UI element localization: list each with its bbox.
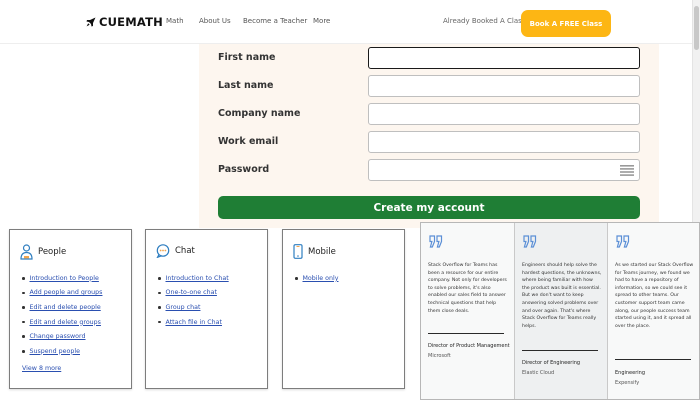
password-input[interactable] xyxy=(368,159,640,181)
chat-link[interactable]: Introduction to Chat xyxy=(166,275,229,282)
bullet xyxy=(22,277,25,280)
testimonials-section: Stack Overflow for Teams has been a reso… xyxy=(420,222,700,400)
people-link[interactable]: Edit and delete people xyxy=(30,304,101,311)
bullet xyxy=(22,335,25,338)
chat-link[interactable]: One-to-one chat xyxy=(166,289,217,296)
mobile-card-header: Mobile xyxy=(293,244,336,259)
people-link[interactable]: Introduction to People xyxy=(30,275,99,282)
testimonial-card: Engineers should help solve the hardest … xyxy=(514,223,608,399)
people-link[interactable]: Add people and groups xyxy=(30,289,103,296)
testimonial-role: Engineering xyxy=(615,370,645,376)
work-email-label: Work email xyxy=(218,136,279,147)
quote-icon xyxy=(429,235,443,248)
people-link[interactable]: Change password xyxy=(30,333,86,340)
bullet xyxy=(22,291,25,295)
mobile-phone-icon xyxy=(293,244,303,259)
testimonial-quote: Stack Overflow for Teams has been a reso… xyxy=(428,263,507,314)
chat-link[interactable]: Group chat xyxy=(166,304,201,311)
list-item: Group chat xyxy=(158,300,229,315)
last-name-label: Last name xyxy=(218,80,274,91)
list-item: Edit and delete groups xyxy=(22,315,102,330)
bullet xyxy=(158,277,161,280)
list-item: Change password xyxy=(22,329,102,344)
people-card: People Introduction to People Add people… xyxy=(9,229,132,389)
testimonial-role: Director of Engineering xyxy=(522,360,581,366)
chat-card: Chat Introduction to Chat One-to-one cha… xyxy=(145,229,268,389)
nav-link-about-us[interactable]: About Us xyxy=(199,17,231,25)
divider xyxy=(522,350,598,351)
chat-card-title: Chat xyxy=(175,246,195,256)
mobile-link-list: Mobile only xyxy=(295,271,338,286)
testimonial-quote: As we started our Stack Overflow for Tea… xyxy=(615,263,694,329)
people-link-list: Introduction to People Add people and gr… xyxy=(22,271,102,359)
bullet xyxy=(22,320,25,324)
list-item: Introduction to Chat xyxy=(158,271,229,286)
quote-icon xyxy=(523,235,537,248)
people-card-header: People xyxy=(20,244,66,260)
list-item: One-to-one chat xyxy=(158,286,229,301)
password-manager-icon[interactable] xyxy=(620,165,634,176)
logo-text: CUEMATH xyxy=(99,15,163,29)
signup-form: First name Last name Company name Work e… xyxy=(199,44,659,228)
testimonial-card: As we started our Stack Overflow for Tea… xyxy=(608,223,700,399)
last-name-input[interactable] xyxy=(368,75,640,97)
password-label: Password xyxy=(218,164,270,175)
testimonial-company: Elastic Cloud xyxy=(522,370,555,376)
company-name-label: Company name xyxy=(218,108,301,119)
list-item: Suspend people xyxy=(22,344,102,359)
testimonial-company: Microsoft xyxy=(428,353,451,359)
bullet xyxy=(158,320,161,324)
testimonial-role: Director of Product Management xyxy=(428,343,510,349)
book-free-class-button[interactable]: Book A FREE Class xyxy=(521,10,611,37)
quote-icon xyxy=(616,235,630,248)
bullet xyxy=(22,350,25,353)
work-email-input[interactable] xyxy=(368,131,640,153)
testimonial-quote: Engineers should help solve the hardest … xyxy=(522,263,602,329)
people-link[interactable]: Edit and delete groups xyxy=(30,319,101,326)
chat-card-header: Chat xyxy=(156,244,195,258)
view-more-link[interactable]: View 8 more xyxy=(22,365,61,372)
list-item: Edit and delete people xyxy=(22,300,102,315)
first-name-label: First name xyxy=(218,52,276,63)
testimonial-company: Expensify xyxy=(615,380,640,386)
cuemath-logo[interactable]: CUEMATH xyxy=(86,15,163,29)
bullet xyxy=(22,306,25,309)
chat-bubble-icon xyxy=(156,244,170,258)
top-navbar: CUEMATH Math About Us Become a Teacher M… xyxy=(0,0,700,44)
mobile-link[interactable]: Mobile only xyxy=(303,275,339,282)
list-item: Mobile only xyxy=(295,271,338,286)
first-name-input[interactable] xyxy=(368,47,640,69)
company-name-input[interactable] xyxy=(368,103,640,125)
list-item: Introduction to People xyxy=(22,271,102,286)
scrollbar-thumb[interactable] xyxy=(694,6,699,50)
nav-link-become-teacher[interactable]: Become a Teacher xyxy=(243,17,307,25)
mobile-card-title: Mobile xyxy=(308,246,336,257)
divider xyxy=(615,359,691,360)
list-item: Add people and groups xyxy=(22,286,102,301)
people-link[interactable]: Suspend people xyxy=(30,348,80,355)
nav-link-more[interactable]: More xyxy=(313,17,330,25)
chat-link-list: Introduction to Chat One-to-one chat Gro… xyxy=(158,271,229,329)
bullet xyxy=(158,291,161,295)
list-item: Attach file in Chat xyxy=(158,315,229,330)
create-account-button[interactable]: Create my account xyxy=(218,196,640,219)
rocket-icon xyxy=(86,17,96,27)
bullet xyxy=(158,306,161,309)
chat-link[interactable]: Attach file in Chat xyxy=(166,319,223,326)
mobile-card: Mobile Mobile only xyxy=(282,229,405,389)
page-scrollbar[interactable] xyxy=(692,0,700,228)
people-icon xyxy=(20,244,33,260)
divider xyxy=(428,333,504,334)
nav-link-math[interactable]: Math xyxy=(166,17,184,25)
testimonial-card: Stack Overflow for Teams has been a reso… xyxy=(421,223,514,399)
already-booked-link[interactable]: Already Booked A Class? xyxy=(443,17,529,25)
bullet xyxy=(295,277,298,280)
people-card-title: People xyxy=(38,247,67,257)
